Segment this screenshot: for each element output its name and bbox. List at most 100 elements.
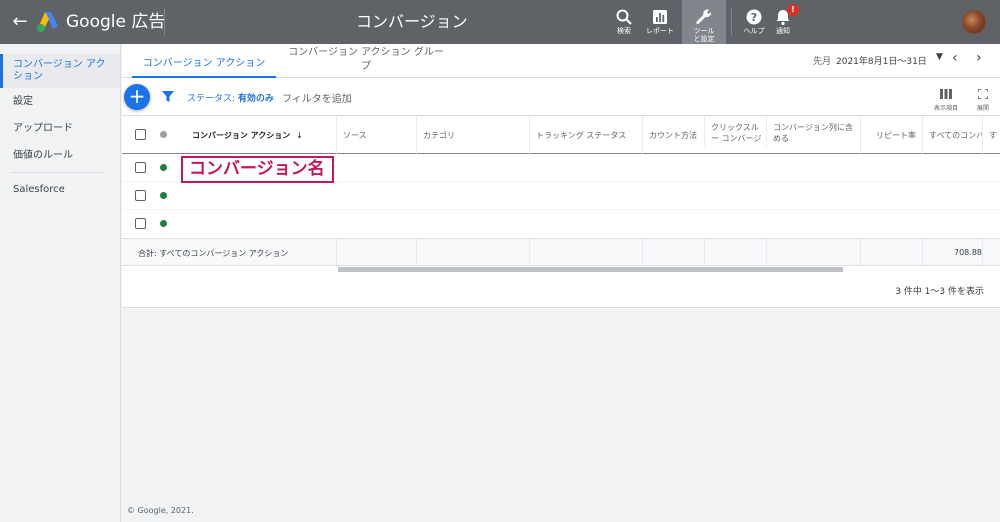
column-header-source[interactable]: ソース bbox=[336, 116, 416, 154]
fullscreen-icon bbox=[977, 88, 989, 100]
sidebar-item-salesforce[interactable]: Salesforce bbox=[0, 184, 120, 196]
search-button[interactable]: 検索 bbox=[604, 0, 644, 44]
add-filter-button[interactable]: フィルタを追加 bbox=[282, 90, 352, 105]
total-label: 合計: すべてのコンバージョン アクション bbox=[138, 249, 289, 258]
top-app-bar: ← Google 広告 コンバージョン 検索 レポート ツールと設定 ? ヘルプ… bbox=[0, 0, 1000, 44]
column-header-label: リピート率 bbox=[876, 130, 916, 140]
table-toolbar: + ステータス: 有効のみ フィルタを追加 表示項目 展開 bbox=[122, 78, 1000, 116]
expand-button[interactable]: 展開 bbox=[977, 84, 989, 113]
columns-icon bbox=[940, 89, 952, 99]
table-header-row: コンバージョン アクション ↓ ソース カテゴリ トラッキング ステータス カウ… bbox=[122, 116, 1000, 154]
table-total-row: 合計: すべてのコンバージョン アクション 708.88 bbox=[122, 238, 1000, 267]
status-filter-value: 有効のみ bbox=[237, 94, 274, 104]
column-header-label: ソース bbox=[343, 130, 367, 140]
help-icon: ? bbox=[746, 9, 762, 25]
column-divider bbox=[922, 239, 923, 267]
tab-bar: コンバージョン アクション コンバージョン アクション グループ 先月 2021… bbox=[122, 44, 1000, 78]
status-dot-active bbox=[160, 192, 167, 199]
column-header-all-conversions[interactable]: すべてのコンバージョン bbox=[922, 116, 982, 154]
pagination-text: 3 件中 1〜3 件を表示 bbox=[895, 287, 984, 297]
date-next-icon[interactable]: › bbox=[976, 50, 982, 66]
date-prev-icon[interactable]: ‹ bbox=[952, 50, 958, 66]
notifications-button[interactable]: ! 通知 bbox=[763, 0, 803, 44]
column-header-repeat-rate[interactable]: リピート率 bbox=[860, 116, 922, 154]
row-checkbox[interactable] bbox=[135, 190, 146, 201]
search-icon bbox=[616, 9, 632, 25]
wrench-icon bbox=[696, 9, 712, 25]
column-divider bbox=[642, 239, 643, 267]
column-divider bbox=[529, 239, 530, 267]
date-dropdown-icon[interactable]: ▼ bbox=[936, 52, 943, 62]
notification-badge: ! bbox=[787, 4, 799, 16]
tab-conversion-actions[interactable]: コンバージョン アクション bbox=[132, 44, 276, 78]
column-header-label: カテゴリ bbox=[423, 130, 455, 140]
sidebar-item-uploads[interactable]: アップロード bbox=[0, 123, 120, 135]
status-dot-active bbox=[160, 164, 167, 171]
sidebar-item-label: コンバージョン アクション bbox=[13, 59, 106, 82]
table-row[interactable] bbox=[122, 210, 1000, 238]
sidebar-item-label: アップロード bbox=[13, 123, 73, 134]
back-arrow-icon[interactable]: ← bbox=[10, 10, 30, 34]
tools-settings-label: ツールと設定 bbox=[693, 27, 715, 43]
conversion-name-annotation: コンバージョン名 bbox=[181, 156, 334, 183]
column-header-count[interactable]: カウント方法 bbox=[642, 116, 704, 154]
total-all-conversions-value: 708.88 bbox=[954, 248, 982, 257]
columns-label: 表示項目 bbox=[934, 105, 959, 112]
account-avatar[interactable] bbox=[962, 10, 986, 34]
reports-label: レポート bbox=[646, 27, 674, 35]
column-header-conversion-action[interactable]: コンバージョン アクション ↓ bbox=[186, 116, 336, 154]
row-checkbox[interactable] bbox=[135, 162, 146, 173]
status-dot-active bbox=[160, 220, 167, 227]
column-header-truncated[interactable]: す bbox=[982, 116, 1000, 154]
brand-name[interactable]: Google 広告 bbox=[66, 11, 165, 33]
column-divider bbox=[416, 239, 417, 267]
column-header-category[interactable]: カテゴリ bbox=[416, 116, 529, 154]
reports-button[interactable]: レポート bbox=[640, 0, 680, 44]
status-filter-chip[interactable]: ステータス: 有効のみ bbox=[187, 91, 274, 104]
expand-label: 展開 bbox=[977, 105, 990, 112]
column-header-click-through-conversions[interactable]: クリックスルー コンバージョン bbox=[704, 116, 766, 146]
column-header-include-in-conversions[interactable]: コンバージョン列に含める bbox=[766, 116, 860, 146]
date-range-value[interactable]: 2021年8月1日〜31日 bbox=[836, 54, 927, 67]
sidebar-item-label: 価値のルール bbox=[13, 150, 73, 161]
page-title: コンバージョン bbox=[356, 12, 468, 31]
column-header-label: コンバージョン アクション bbox=[192, 130, 291, 140]
reports-icon bbox=[653, 10, 667, 24]
copyright-text: © Google, 2021. bbox=[127, 506, 194, 515]
header-divider bbox=[164, 8, 165, 36]
search-label: 検索 bbox=[617, 27, 631, 35]
filter-icon[interactable] bbox=[162, 91, 174, 103]
date-range-preset[interactable]: 先月 bbox=[813, 54, 831, 67]
sort-arrow-icon: ↓ bbox=[296, 130, 303, 140]
column-header-label: カウント方法 bbox=[649, 130, 697, 140]
notifications-label: 通知 bbox=[776, 27, 790, 35]
sidebar-item-settings[interactable]: 設定 bbox=[0, 96, 120, 108]
column-header-label: トラッキング ステータス bbox=[536, 130, 627, 140]
table-row[interactable] bbox=[122, 182, 1000, 210]
select-all-checkbox[interactable] bbox=[135, 129, 146, 140]
horizontal-scrollbar[interactable] bbox=[338, 267, 843, 272]
column-header-label: す bbox=[989, 130, 997, 140]
main-card: コンバージョン アクション コンバージョン アクション グループ 先月 2021… bbox=[122, 44, 1000, 308]
sidebar-item-conversion-actions[interactable]: コンバージョン アクション bbox=[0, 54, 120, 88]
column-header-label: コンバージョン列に含める bbox=[773, 123, 853, 143]
sidebar-item-label: Salesforce bbox=[13, 184, 65, 195]
row-checkbox[interactable] bbox=[135, 218, 146, 229]
tab-conversion-action-groups[interactable]: コンバージョン アクション グループ bbox=[284, 44, 448, 78]
columns-button[interactable]: 表示項目 bbox=[934, 84, 958, 113]
add-conversion-button[interactable]: + bbox=[124, 84, 150, 110]
sidebar: コンバージョン アクション 設定 アップロード 価値のルール Salesforc… bbox=[0, 44, 121, 522]
status-filter-prefix: ステータス: bbox=[187, 94, 238, 104]
google-ads-logo-icon bbox=[37, 12, 58, 32]
svg-text:?: ? bbox=[751, 11, 757, 24]
sidebar-item-value-rules[interactable]: 価値のルール bbox=[0, 150, 120, 162]
tools-settings-button[interactable]: ツールと設定 bbox=[682, 0, 726, 44]
header-divider-2 bbox=[731, 8, 732, 36]
column-header-label: クリックスルー コンバージョン bbox=[711, 123, 762, 146]
column-divider bbox=[704, 239, 705, 267]
sidebar-item-label: 設定 bbox=[13, 96, 33, 107]
column-header-tracking-status[interactable]: トラッキング ステータス bbox=[529, 116, 642, 154]
column-divider bbox=[982, 239, 983, 267]
status-column-dot bbox=[160, 131, 167, 138]
column-header-label: すべてのコンバージョン bbox=[929, 130, 982, 140]
